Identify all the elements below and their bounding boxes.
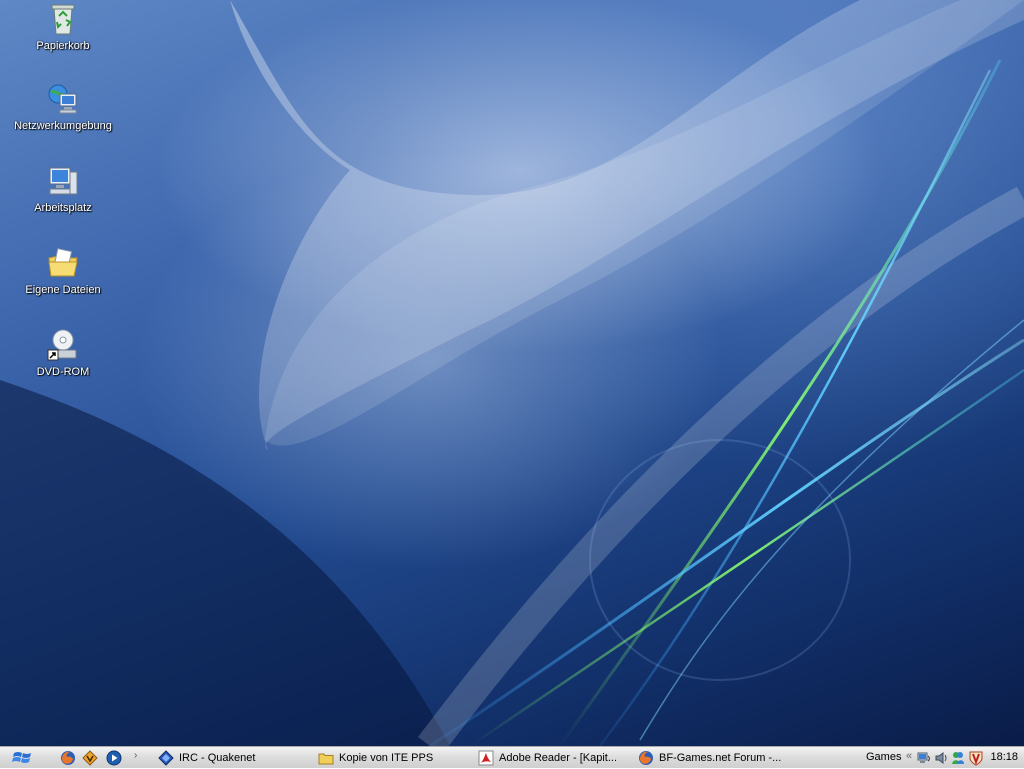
system-tray: Games « 18:18 (854, 747, 1024, 768)
start-button[interactable] (8, 749, 38, 766)
quick-launch-more-chevron-icon[interactable]: › (134, 750, 137, 761)
desktop-icon-my-computer[interactable]: Arbeitsplatz (8, 164, 118, 214)
taskbar-clock[interactable]: 18:18 (990, 751, 1018, 763)
desktop-icon-dvd-rom[interactable]: DVD-ROM (8, 328, 118, 378)
taskbar: › IRC - Quakenet Kopie von ITE PPS Adobe… (0, 746, 1024, 768)
desktop-icon-label: Netzwerkumgebung (14, 120, 112, 132)
irc-client-icon (158, 749, 174, 766)
desktop-icon-network-places[interactable]: Netzwerkumgebung (8, 82, 118, 132)
adobe-reader-icon (478, 750, 494, 765)
task-button-label: Kopie von ITE PPS (339, 751, 434, 764)
volume-icon[interactable] (934, 750, 950, 766)
desktop-icon-label: Eigene Dateien (25, 284, 101, 296)
antivirus-shield-icon[interactable] (968, 750, 984, 766)
firefox-icon (61, 751, 75, 765)
network-places-icon (48, 84, 77, 114)
desktop-icon-my-documents[interactable]: Eigene Dateien (8, 246, 118, 296)
network-connection-icon[interactable] (916, 750, 932, 766)
folder-icon (318, 753, 334, 764)
task-button-irc[interactable]: IRC - Quakenet (154, 748, 304, 767)
wallpaper-swooshes (0, 0, 1024, 746)
winamp-icon (82, 750, 98, 766)
quick-launch-firefox[interactable] (60, 750, 76, 766)
tray-expand-chevron-icon[interactable]: « (906, 750, 912, 762)
recycle-bin-icon (51, 4, 75, 35)
media-player-icon (106, 750, 122, 766)
task-button-firefox-forum[interactable]: BF-Games.net Forum -... (634, 748, 788, 767)
my-documents-icon (48, 248, 78, 277)
desktop-icon-label: Papierkorb (36, 40, 90, 52)
tray-toolbar-games[interactable]: Games (866, 751, 901, 763)
task-button-adobe-reader[interactable]: Adobe Reader - [Kapit... (474, 748, 626, 767)
firefox-icon (639, 750, 653, 765)
windows-logo-icon (12, 752, 31, 763)
task-button-label: Adobe Reader - [Kapit... (499, 751, 618, 764)
my-computer-icon (49, 167, 78, 195)
quick-launch-media-player[interactable] (106, 750, 122, 766)
quick-launch-winamp[interactable] (82, 750, 98, 766)
desktop-icon-label: DVD-ROM (36, 366, 90, 378)
task-button-folder[interactable]: Kopie von ITE PPS (314, 748, 466, 767)
desktop-icon-label: Arbeitsplatz (34, 202, 92, 214)
desktop-icon-recycle-bin[interactable]: Papierkorb (8, 2, 118, 52)
task-button-label: BF-Games.net Forum -... (659, 751, 782, 764)
desktop-wallpaper[interactable]: Papierkorb Netzwerkumgebung Arbeitsplatz (0, 0, 1024, 746)
messenger-icon[interactable] (950, 750, 966, 766)
task-button-label: IRC - Quakenet (179, 751, 256, 764)
dvd-rom-shortcut-icon (47, 329, 77, 361)
